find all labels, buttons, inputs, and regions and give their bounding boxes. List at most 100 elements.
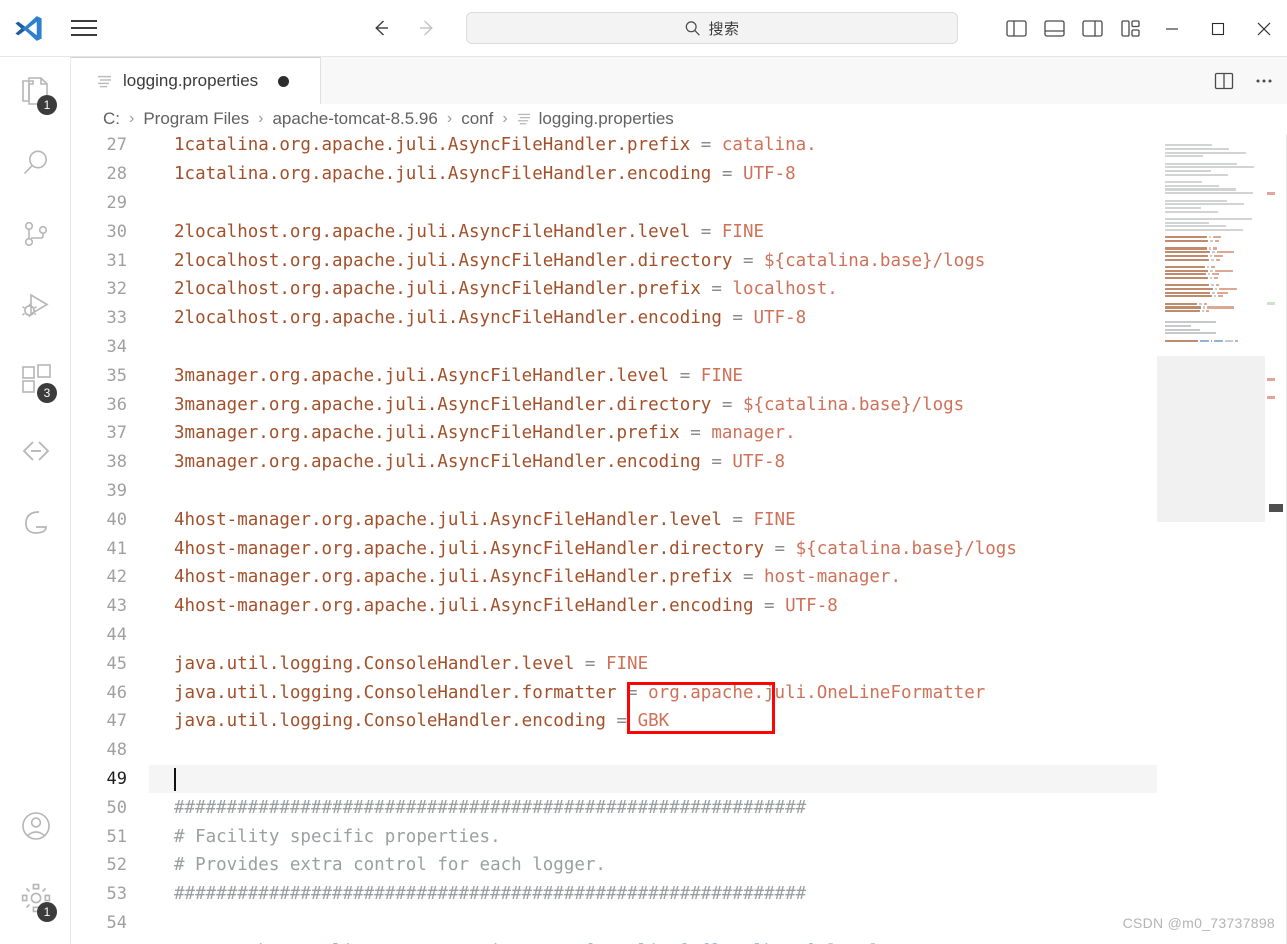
code-lines-container[interactable]: 27 1catalina.org.apache.juli.AsyncFileHan… xyxy=(71,134,1171,944)
breadcrumb-segment[interactable]: logging.properties xyxy=(539,109,674,129)
code-line-text[interactable]: java.util.logging.ConsoleHandler.encodin… xyxy=(149,707,1171,736)
code-line-text[interactable]: java.util.logging.ConsoleHandler.formatt… xyxy=(149,678,1171,707)
minimap-slider[interactable] xyxy=(1157,356,1265,522)
customize-layout-button[interactable] xyxy=(1111,10,1149,48)
code-line-text[interactable] xyxy=(149,736,1171,765)
code-line[interactable]: 28 1catalina.org.apache.juli.AsyncFileHan… xyxy=(71,160,1171,189)
code-line[interactable]: 44 xyxy=(71,621,1171,650)
code-line[interactable]: 43 4host-manager.org.apache.juli.AsyncFil… xyxy=(71,592,1171,621)
line-number: 53 xyxy=(106,884,127,905)
code-line-text[interactable]: java.util.logging.ConsoleHandler.level =… xyxy=(149,649,1171,678)
code-line[interactable]: 42 4host-manager.org.apache.juli.AsyncFil… xyxy=(71,563,1171,592)
minimap-line xyxy=(1165,310,1261,313)
code-line[interactable]: 39 xyxy=(71,477,1171,506)
code-line[interactable]: 32 2localhost.org.apache.juli.AsyncFileHa… xyxy=(71,275,1171,304)
remote-explorer-icon xyxy=(19,434,53,473)
code-line-text[interactable]: 2localhost.org.apache.juli.AsyncFileHand… xyxy=(149,275,1171,304)
activity-bar: 1 3 1 xyxy=(0,57,71,944)
code-line[interactable]: 29 xyxy=(71,189,1171,218)
code-line-text[interactable]: 2localhost.org.apache.juli.AsyncFileHand… xyxy=(149,217,1171,246)
accounts-button[interactable] xyxy=(0,792,71,864)
code-line[interactable]: 52 # Provides extra control for each logg… xyxy=(71,851,1171,880)
code-line[interactable]: 53 ######################################… xyxy=(71,880,1171,909)
sidebar-item-testing[interactable] xyxy=(0,489,71,561)
code-line-text[interactable]: 3manager.org.apache.juli.AsyncFileHandle… xyxy=(149,419,1171,448)
code-editor[interactable]: 27 1catalina.org.apache.juli.AsyncFileHan… xyxy=(71,134,1287,944)
code-line[interactable]: 36 3manager.org.apache.juli.AsyncFileHand… xyxy=(71,390,1171,419)
code-line-text[interactable]: # Facility specific properties. xyxy=(149,822,1171,851)
code-line-text[interactable]: 2localhost.org.apache.juli.AsyncFileHand… xyxy=(149,304,1171,333)
code-line[interactable]: 40 4host-manager.org.apache.juli.AsyncFil… xyxy=(71,505,1171,534)
code-line[interactable]: 34 xyxy=(71,333,1171,362)
close-button[interactable] xyxy=(1241,0,1287,57)
sidebar-item-search[interactable] xyxy=(0,129,71,201)
code-line-text[interactable]: 1catalina.org.apache.juli.AsyncFileHandl… xyxy=(149,134,1171,160)
scrollbar-thumb[interactable] xyxy=(1269,504,1283,512)
split-editor-button[interactable] xyxy=(1207,64,1241,98)
code-line[interactable]: 38 3manager.org.apache.juli.AsyncFileHand… xyxy=(71,448,1171,477)
code-line[interactable]: 30 2localhost.org.apache.juli.AsyncFileHa… xyxy=(71,217,1171,246)
code-line[interactable]: 31 2localhost.org.apache.juli.AsyncFileHa… xyxy=(71,246,1171,275)
code-line[interactable]: 27 1catalina.org.apache.juli.AsyncFileHan… xyxy=(71,134,1171,160)
code-line-text[interactable]: 4host-manager.org.apache.juli.AsyncFileH… xyxy=(149,592,1171,621)
code-line[interactable]: 47 java.util.logging.ConsoleHandler.encod… xyxy=(71,707,1171,736)
toggle-panel-button[interactable] xyxy=(1035,10,1073,48)
minimap[interactable] xyxy=(1157,134,1265,944)
sidebar-item-source-control[interactable] xyxy=(0,201,71,273)
more-actions-button[interactable] xyxy=(1247,64,1281,98)
hamburger-menu-icon[interactable] xyxy=(60,8,108,48)
code-line[interactable]: 48 xyxy=(71,736,1171,765)
code-line-text[interactable] xyxy=(149,909,1171,938)
code-line-text[interactable]: 4host-manager.org.apache.juli.AsyncFileH… xyxy=(149,563,1171,592)
extensions-badge: 3 xyxy=(37,383,57,403)
code-line-text[interactable]: 3manager.org.apache.juli.AsyncFileHandle… xyxy=(149,361,1171,390)
breadcrumb-segment[interactable]: conf xyxy=(461,109,493,129)
code-line[interactable]: 46 java.util.logging.ConsoleHandler.forma… xyxy=(71,678,1171,707)
sidebar-item-extensions[interactable]: 3 xyxy=(0,345,71,417)
code-line-text[interactable] xyxy=(149,621,1171,650)
code-line[interactable]: 45 java.util.logging.ConsoleHandler.level… xyxy=(71,649,1171,678)
code-line-text[interactable]: 4host-manager.org.apache.juli.AsyncFileH… xyxy=(149,534,1171,563)
minimap-line xyxy=(1165,203,1261,206)
code-line-text[interactable] xyxy=(149,333,1171,362)
tab-logging-properties[interactable]: logging.properties xyxy=(71,57,321,104)
code-line-text[interactable] xyxy=(149,764,1171,794)
breadcrumb-segment[interactable]: apache-tomcat-8.5.96 xyxy=(272,109,437,129)
code-line-text[interactable]: # Provides extra control for each logger… xyxy=(149,851,1171,880)
line-number: 42 xyxy=(106,567,127,588)
code-line[interactable]: 33 2localhost.org.apache.juli.AsyncFileHa… xyxy=(71,304,1171,333)
code-line-text[interactable]: ########################################… xyxy=(149,793,1171,822)
minimize-button[interactable] xyxy=(1149,0,1195,57)
sidebar-item-run-debug[interactable] xyxy=(0,273,71,345)
code-line[interactable]: 35 3manager.org.apache.juli.AsyncFileHand… xyxy=(71,361,1171,390)
arrow-right-icon[interactable] xyxy=(416,17,438,39)
editor-vertical-scrollbar[interactable] xyxy=(1265,134,1287,944)
code-line-text[interactable]: 3manager.org.apache.juli.AsyncFileHandle… xyxy=(149,448,1171,477)
code-line-text[interactable]: 1catalina.org.apache.juli.AsyncFileHandl… xyxy=(149,160,1171,189)
code-line[interactable]: 50 ######################################… xyxy=(71,793,1171,822)
code-line[interactable]: 54 xyxy=(71,909,1171,938)
code-line-text[interactable]: 2localhost.org.apache.juli.AsyncFileHand… xyxy=(149,246,1171,275)
maximize-button[interactable] xyxy=(1195,0,1241,57)
sidebar-item-remote-explorer[interactable] xyxy=(0,417,71,489)
arrow-left-icon[interactable] xyxy=(370,17,392,39)
toggle-secondary-sidebar-button[interactable] xyxy=(1073,10,1111,48)
toggle-primary-sidebar-button[interactable] xyxy=(997,10,1035,48)
sidebar-item-explorer[interactable]: 1 xyxy=(0,57,71,129)
code-line[interactable]: 55org.apache.catalina.core.ContainerBase… xyxy=(71,937,1171,944)
breadcrumb-segment[interactable]: Program Files xyxy=(143,109,249,129)
code-line[interactable]: 37 3manager.org.apache.juli.AsyncFileHand… xyxy=(71,419,1171,448)
code-token: 2localhost.org.apache.juli.AsyncFileHand… xyxy=(174,221,691,242)
code-line-text[interactable]: 3manager.org.apache.juli.AsyncFileHandle… xyxy=(149,390,1171,419)
manage-settings-button[interactable]: 1 xyxy=(0,864,71,936)
code-line-text[interactable]: ########################################… xyxy=(149,880,1171,909)
code-line[interactable]: 51 # Facility specific properties. xyxy=(71,822,1171,851)
code-line-text[interactable]: org.apache.catalina.core.ContainerBase.[… xyxy=(149,937,1171,944)
search-input[interactable]: 搜索 xyxy=(466,12,958,44)
code-line-text[interactable] xyxy=(149,477,1171,506)
code-line-text[interactable] xyxy=(149,189,1171,218)
code-line[interactable]: 49 xyxy=(71,764,1171,794)
breadcrumb-segment[interactable]: C: xyxy=(103,109,120,129)
code-line-text[interactable]: 4host-manager.org.apache.juli.AsyncFileH… xyxy=(149,505,1171,534)
code-line[interactable]: 41 4host-manager.org.apache.juli.AsyncFil… xyxy=(71,534,1171,563)
